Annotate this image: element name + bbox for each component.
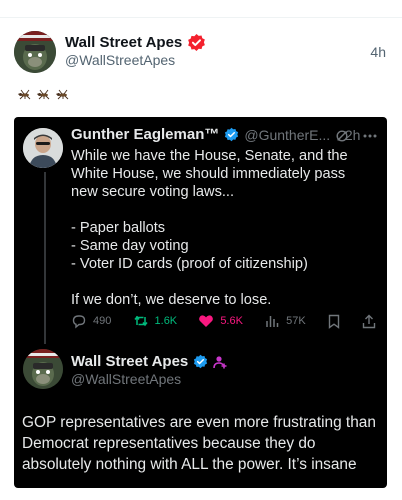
repost-count: 1.6K	[154, 315, 178, 327]
like-action: 5.6K	[198, 313, 243, 329]
ape-avatar-icon	[14, 31, 56, 73]
quote-tools	[335, 129, 377, 143]
repost-icon	[133, 315, 148, 327]
quote-header: Gunther Eagleman™ @GuntherE... · 2h	[71, 126, 360, 143]
views-action: 57K	[264, 313, 306, 329]
person-avatar-icon	[23, 128, 63, 168]
reply-icon	[72, 315, 86, 329]
reply-action: 490	[71, 313, 111, 329]
quote-author-handle: @GuntherE...	[244, 126, 331, 143]
repost-action: 1.6K	[133, 313, 178, 329]
bookmark-icon	[328, 314, 340, 329]
mosquito-icon	[36, 89, 50, 100]
avatar[interactable]	[14, 31, 56, 73]
reply-header: Wall Street Apes	[71, 353, 227, 370]
verified-badge-icon	[225, 127, 239, 142]
mosquito-icon	[55, 89, 69, 100]
more-options-icon	[363, 134, 377, 138]
reply-author-name: Wall Street Apes	[71, 353, 189, 370]
views-icon	[266, 316, 279, 327]
affiliate-icon	[213, 355, 227, 368]
heart-icon	[199, 315, 214, 327]
ape-avatar-icon	[23, 349, 63, 389]
quote-avatar	[23, 128, 63, 168]
post-time[interactable]: 4h	[370, 44, 386, 60]
verified-badge-icon	[194, 354, 208, 369]
author-name[interactable]: Wall Street Apes	[65, 34, 182, 51]
views-count: 57K	[286, 315, 306, 327]
reply-count: 490	[93, 315, 112, 327]
emoji-row	[17, 89, 71, 100]
like-count: 5.6K	[220, 315, 243, 327]
reply-avatar	[23, 349, 63, 389]
top-divider	[0, 17, 402, 18]
quote-body: While we have the House, Senate, and the…	[71, 148, 348, 308]
quote-author-name: Gunther Eagleman™	[71, 126, 220, 143]
reply-body: GOP representatives are even more frustr…	[22, 414, 376, 473]
author-handle[interactable]: @WallStreetApes	[65, 52, 175, 68]
mosquito-icon	[17, 89, 31, 100]
grok-icon	[336, 130, 348, 142]
reply-author-handle: @WallStreetApes	[71, 371, 182, 387]
verified-badge-icon	[188, 33, 206, 52]
share-icon	[362, 314, 376, 328]
quote-actions: 490 1.6K 5.6K 57K	[71, 313, 376, 329]
thread-line	[44, 172, 46, 344]
author-row: Wall Street Apes	[65, 33, 206, 52]
embedded-screenshot[interactable]: Gunther Eagleman™ @GuntherE... · 2h Whil…	[14, 117, 387, 488]
